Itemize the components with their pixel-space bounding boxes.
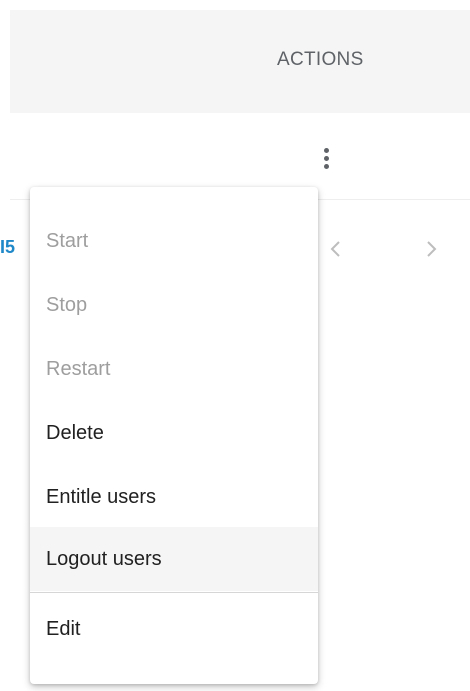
kebab-dot: [323, 147, 329, 153]
more-vert-icon[interactable]: [314, 138, 338, 178]
menu-item-restart: Restart: [46, 357, 111, 380]
menu-divider: [30, 592, 318, 593]
menu-item-entitle-users[interactable]: Entitle users: [30, 465, 318, 529]
table-header: [10, 10, 470, 113]
menu-item-stop: Stop: [46, 293, 88, 316]
menu-item-delete[interactable]: Delete: [30, 401, 318, 465]
chevron-left-icon[interactable]: [326, 234, 346, 264]
actions-column-header: ACTIONS: [277, 49, 364, 70]
kebab-dot: [323, 163, 329, 169]
row-name-link[interactable]: I5: [0, 237, 30, 258]
row-actions-menu: Start Stop Restart Delete Entitle users …: [30, 187, 318, 684]
chevron-right-icon[interactable]: [421, 234, 441, 264]
menu-item-logout-users[interactable]: Logout users: [30, 527, 318, 591]
kebab-dot: [323, 155, 329, 161]
menu-item-edit[interactable]: Edit: [30, 597, 318, 661]
menu-item-start: Start: [46, 229, 89, 252]
